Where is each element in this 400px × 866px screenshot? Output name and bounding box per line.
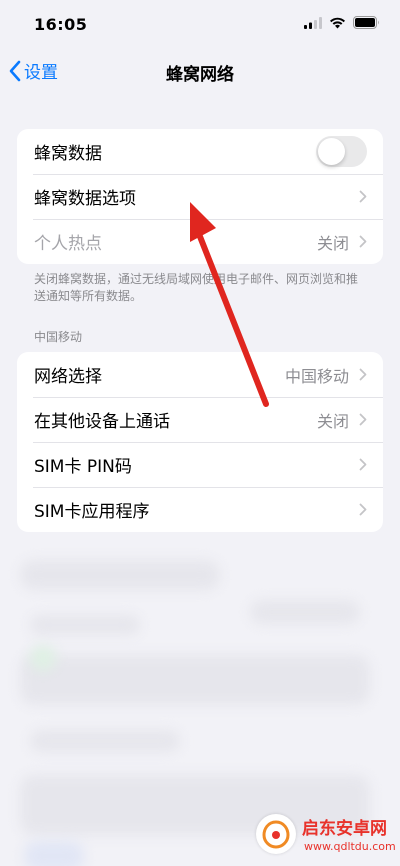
signal-icon [304, 16, 322, 29]
row-value: 中国移动 [284, 366, 349, 386]
watermark-url: www.qdltdu.com [304, 840, 396, 853]
blurred-block [24, 841, 84, 866]
chevron-right-icon [359, 190, 367, 203]
sim-applications-row[interactable]: SIM卡应用程序 [17, 487, 383, 532]
watermark-title: 启东安卓网 [302, 819, 387, 839]
row-label: 网络选择 [34, 367, 102, 387]
chevron-right-icon [359, 368, 367, 381]
cellular-data-toggle[interactable] [316, 136, 367, 167]
blurred-block [30, 615, 140, 635]
row-label: 蜂窝数据选项 [34, 189, 136, 209]
chevron-right-icon [359, 503, 367, 516]
row-value: 关闭 [316, 233, 349, 253]
nav-bar: 设置 蜂窝网络 [0, 52, 400, 92]
watermark-logo-icon [256, 814, 296, 854]
row-label: SIM卡 PIN码 [34, 457, 132, 477]
blurred-block [20, 655, 370, 705]
carrier-section-header: 中国移动 [34, 330, 83, 344]
row-label: 蜂窝数据 [34, 144, 102, 164]
blurred-block [20, 560, 220, 590]
cellular-footnote: 关闭蜂窝数据，通过无线局域网使用电子邮件、网页浏览和推送通知等所有数据。 [34, 272, 359, 303]
personal-hotspot-row[interactable]: 个人热点 关闭 [17, 219, 383, 264]
chevron-right-icon [359, 458, 367, 471]
chevron-right-icon [359, 413, 367, 426]
network-selection-row[interactable]: 网络选择 中国移动 [17, 352, 383, 397]
blurred-block [250, 600, 360, 624]
cellular-data-row: 蜂窝数据 [17, 129, 383, 174]
page-title: 蜂窝网络 [166, 65, 234, 85]
status-time: 16:05 [34, 15, 88, 34]
carrier-settings-card: 网络选择 中国移动 在其他设备上通话 关闭 SIM卡 PIN码 SIM卡应用程序 [17, 352, 383, 532]
status-bar: 16:05 [0, 0, 400, 50]
sim-pin-row[interactable]: SIM卡 PIN码 [17, 442, 383, 487]
toggle-knob [318, 138, 345, 165]
row-value: 关闭 [316, 411, 349, 431]
blurred-block [30, 730, 180, 752]
cellular-settings-card: 蜂窝数据 蜂窝数据选项 个人热点 关闭 [17, 129, 383, 264]
row-label: 个人热点 [34, 234, 102, 254]
blurred-block [30, 645, 56, 671]
battery-icon [353, 16, 379, 29]
row-label: SIM卡应用程序 [34, 502, 150, 522]
calls-on-other-devices-row[interactable]: 在其他设备上通话 关闭 [17, 397, 383, 442]
wifi-icon [330, 17, 345, 28]
chevron-right-icon [359, 235, 367, 248]
cellular-data-options-row[interactable]: 蜂窝数据选项 [17, 174, 383, 219]
status-icons [304, 16, 380, 29]
watermark: 启东安卓网 www.qdltdu.com [254, 810, 396, 862]
row-label: 在其他设备上通话 [34, 412, 170, 432]
